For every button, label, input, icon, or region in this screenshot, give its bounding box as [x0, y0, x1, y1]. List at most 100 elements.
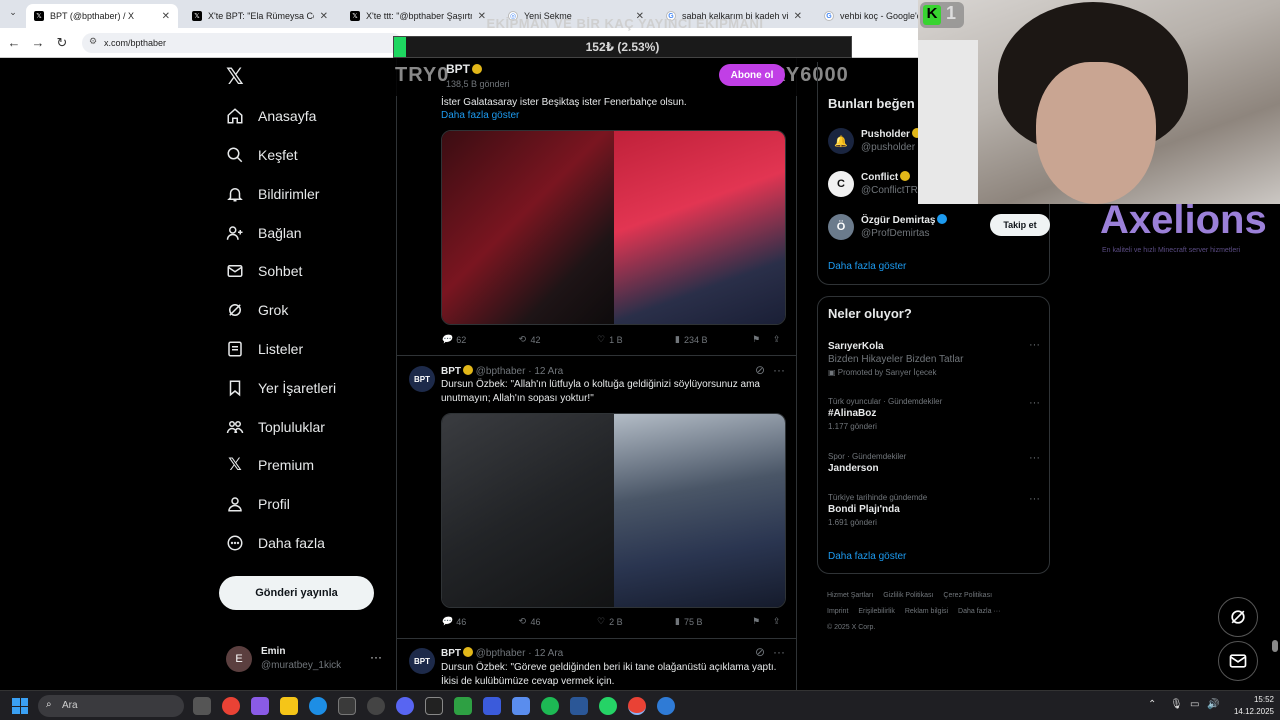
- tweet-date[interactable]: 12 Ara: [534, 648, 563, 659]
- share-button[interactable]: ⇪: [773, 616, 781, 627]
- edge-icon[interactable]: [309, 697, 327, 715]
- avatar[interactable]: BPT: [409, 366, 435, 392]
- nav-item-communities[interactable]: Topluluklar: [226, 412, 325, 442]
- close-tab-icon[interactable]: ✕: [162, 11, 170, 22]
- show-more-link[interactable]: Daha fazla göster: [441, 110, 519, 121]
- site-settings-icon[interactable]: ⚙: [89, 36, 97, 47]
- browser-tab-1[interactable]: 𝕏 X'te BPT: "Ela Rümeysa Cebeci... ✕: [184, 4, 336, 28]
- avatar[interactable]: BPT: [409, 648, 435, 674]
- footer-link[interactable]: Hizmet Şartları: [827, 592, 873, 599]
- author-name[interactable]: BPT: [441, 366, 461, 377]
- more-icon[interactable]: ···: [773, 645, 785, 659]
- like-button[interactable]: ♡ 1 B: [597, 334, 623, 345]
- nav-item-premium[interactable]: 𝕏 Premium: [226, 450, 314, 480]
- capcut-icon[interactable]: [425, 697, 443, 715]
- grok-icon[interactable]: ⊘: [755, 363, 765, 377]
- more-icon[interactable]: ···: [1029, 339, 1040, 351]
- footer-link[interactable]: Gizlilik Politikası: [883, 592, 933, 599]
- footer-link[interactable]: Erişilebilirlik: [858, 608, 895, 615]
- url-field[interactable]: ⚙ x.com/bpthaber: [82, 33, 402, 53]
- repost-button[interactable]: ⟲ 42: [519, 334, 541, 345]
- microphone-icon[interactable]: 🎙: [1170, 699, 1183, 710]
- author-handle[interactable]: @bpthaber: [476, 648, 526, 659]
- grok-fab-button[interactable]: [1218, 597, 1258, 637]
- back-arrow-icon[interactable]: ←: [6, 35, 22, 50]
- chrome-icon[interactable]: [222, 697, 240, 715]
- account-switcher[interactable]: E Emin @muratbey_1kick ···: [226, 644, 386, 678]
- chrome-icon[interactable]: [628, 697, 646, 715]
- more-icon[interactable]: ···: [1029, 452, 1040, 464]
- views-button[interactable]: ▮ 234 B: [675, 334, 707, 345]
- share-button[interactable]: ⇪: [773, 334, 781, 345]
- nav-item-home[interactable]: Anasayfa: [226, 101, 316, 131]
- nav-item-profile[interactable]: Profil: [226, 489, 290, 519]
- nav-item-more[interactable]: Daha fazla: [226, 528, 325, 558]
- like-button[interactable]: ♡ 2 B: [597, 616, 623, 627]
- nav-item-lists[interactable]: Listeler: [226, 334, 303, 364]
- repost-button[interactable]: ⟲ 46: [519, 616, 541, 627]
- messages-fab-button[interactable]: [1218, 641, 1258, 681]
- tweet-media[interactable]: [441, 130, 786, 325]
- app-icon[interactable]: [570, 697, 588, 715]
- tweet-date[interactable]: 12 Ara: [534, 366, 563, 377]
- app-icon[interactable]: [657, 697, 675, 715]
- grok-icon[interactable]: ⊘: [755, 645, 765, 659]
- more-icon[interactable]: ···: [1029, 397, 1040, 409]
- discord-icon[interactable]: [396, 697, 414, 715]
- scrollbar[interactable]: [1272, 640, 1278, 652]
- obs-icon[interactable]: [367, 697, 385, 715]
- task-view-icon[interactable]: [193, 697, 211, 715]
- show-more-link[interactable]: Daha fazla göster: [828, 551, 906, 562]
- nav-item-notifications[interactable]: Bildirimler: [226, 179, 319, 209]
- nav-item-chat[interactable]: Sohbet: [226, 256, 302, 286]
- minecraft-icon[interactable]: [454, 697, 472, 715]
- more-icon[interactable]: ···: [1029, 493, 1040, 505]
- show-more-link[interactable]: Daha fazla göster: [828, 261, 906, 272]
- trend-item[interactable]: SarıyerKola Bizden Hikayeler Bizden Tatl…: [828, 339, 1048, 377]
- x-logo-icon[interactable]: 𝕏: [226, 64, 244, 90]
- nav-item-grok[interactable]: Grok: [226, 295, 288, 325]
- browser-tab-0[interactable]: 𝕏 BPT (@bpthaber) / X ✕: [26, 4, 178, 28]
- spotify-icon[interactable]: [541, 697, 559, 715]
- follow-button[interactable]: Takip et: [990, 214, 1050, 236]
- app-icon[interactable]: [483, 697, 501, 715]
- nav-item-bookmarks[interactable]: Yer İşaretleri: [226, 373, 336, 403]
- bookmark-button[interactable]: ⚑: [753, 334, 760, 345]
- browser-tab-5[interactable]: G vehbi koç - Google'da: [816, 4, 926, 28]
- reply-button[interactable]: 💬 46: [441, 616, 466, 627]
- footer-link[interactable]: Reklam bilgisi: [905, 608, 948, 615]
- whatsapp-icon[interactable]: [599, 697, 617, 715]
- views-button[interactable]: ▮ 75 B: [675, 616, 702, 627]
- close-tab-icon[interactable]: ✕: [794, 11, 802, 22]
- more-icon[interactable]: ···: [773, 363, 785, 377]
- copilot-icon[interactable]: [251, 697, 269, 715]
- tab-search-chevron-icon[interactable]: ⌄: [6, 7, 20, 21]
- author-handle[interactable]: @bpthaber: [476, 366, 526, 377]
- trend-item[interactable]: Türk oyuncular · Gündemdekiler #AlinaBoz…: [828, 397, 1048, 431]
- suggested-user[interactable]: Ö Özgür Demirtaş @ProfDemirtas Takip et: [828, 214, 1050, 244]
- more-icon[interactable]: ···: [370, 650, 382, 664]
- footer-link[interactable]: Imprint: [827, 608, 848, 615]
- forward-arrow-icon[interactable]: →: [30, 35, 46, 50]
- nav-item-explore[interactable]: Keşfet: [226, 140, 298, 170]
- file-explorer-icon[interactable]: [280, 697, 298, 715]
- post-button[interactable]: Gönderi yayınla: [219, 576, 374, 610]
- footer-link[interactable]: Çerez Politikası: [943, 592, 992, 599]
- author-name[interactable]: BPT: [441, 648, 461, 659]
- display-icon[interactable]: ▭: [1190, 699, 1199, 710]
- footer-link[interactable]: Daha fazla ···: [958, 608, 1000, 615]
- store-icon[interactable]: [338, 697, 356, 715]
- trend-item[interactable]: Türkiye tarihinde gündemde Bondi Plajı'n…: [828, 493, 1048, 527]
- reload-icon[interactable]: ↻: [54, 35, 70, 51]
- app-icon[interactable]: [512, 697, 530, 715]
- reply-button[interactable]: 💬 62: [441, 334, 466, 345]
- taskbar-search[interactable]: ⌕ Ara: [38, 695, 184, 717]
- trend-item[interactable]: Spor · Gündemdekiler Janderson ···: [828, 452, 1048, 474]
- chevron-up-icon[interactable]: ⌃: [1148, 699, 1156, 710]
- bookmark-button[interactable]: ⚑: [753, 616, 760, 627]
- tweet-media[interactable]: [441, 413, 786, 608]
- close-tab-icon[interactable]: ✕: [320, 11, 328, 22]
- system-clock[interactable]: 15:52 14.12.2025: [1226, 694, 1274, 718]
- volume-icon[interactable]: 🔊: [1207, 699, 1219, 710]
- nav-item-connect[interactable]: Bağlan: [226, 218, 302, 248]
